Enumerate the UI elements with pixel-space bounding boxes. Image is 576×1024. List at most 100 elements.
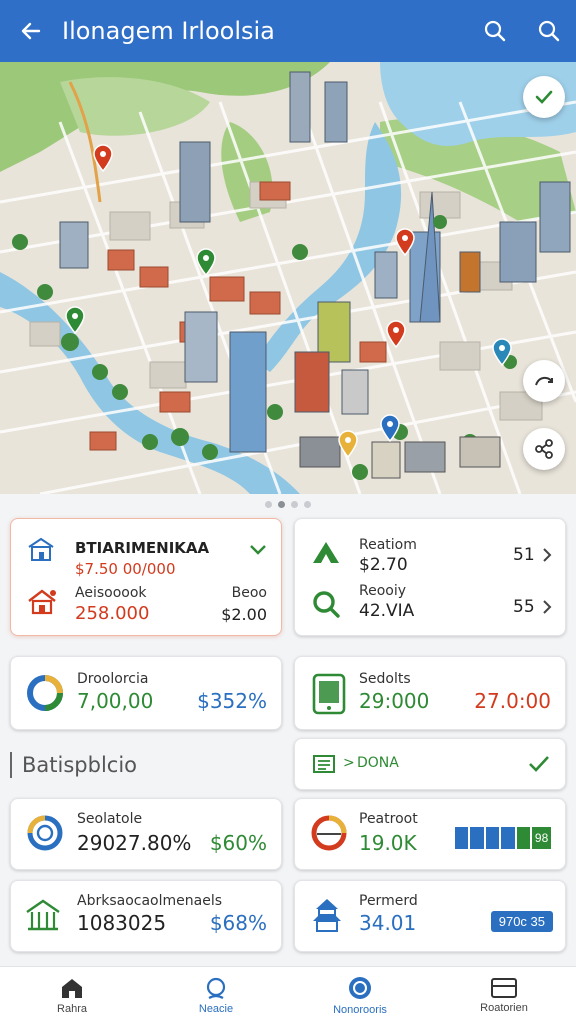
back-button[interactable]	[0, 0, 62, 62]
app-root: Ilonagem Irloolsia BTIARIMENIKAA $7.50 0…	[0, 0, 576, 1024]
stat-value-2: 42.VIA	[359, 601, 415, 621]
search-icon	[538, 20, 560, 42]
pager-dot-active[interactable]	[278, 500, 285, 508]
summary-card-main[interactable]: BTIARIMENIKAA $7.50 00/000 Aeisooook 258…	[10, 518, 282, 636]
pager-dot[interactable]	[291, 500, 298, 508]
map-pin-blue[interactable]	[379, 414, 401, 442]
magnifier-icon	[309, 589, 343, 619]
stat-label-2: Reooiy	[359, 583, 407, 599]
share-icon	[535, 439, 553, 459]
compass-icon	[349, 977, 371, 999]
metric-card-device[interactable]: Sedolts 29:000 27.0:00	[294, 656, 566, 730]
chevron-right-icon[interactable]	[539, 597, 555, 617]
map-pin-blue[interactable]	[491, 338, 513, 366]
metric-value: 7,00,00	[77, 689, 154, 713]
nav-item-explore[interactable]: Nonorooris	[288, 967, 432, 1024]
building-icon	[25, 535, 57, 563]
map-share-button[interactable]	[523, 428, 565, 470]
route-icon	[535, 376, 553, 386]
search-button[interactable]	[468, 0, 522, 62]
row-value: 258.000	[75, 603, 150, 624]
check-icon	[535, 90, 553, 104]
metric-card-pagoda[interactable]: Permerd 34.01 970c 35	[294, 880, 566, 952]
arrow-left-icon	[21, 22, 41, 40]
mountain-icon	[309, 537, 343, 567]
bar-meter-badge: 98	[532, 827, 551, 849]
nav-item-home[interactable]: Rahra	[0, 967, 144, 1024]
search-icon	[484, 20, 506, 42]
stat-label-1: Reatiom	[359, 537, 417, 553]
device-icon	[309, 671, 349, 717]
chevron-down-icon[interactable]	[247, 541, 269, 559]
search-button-2[interactable]	[522, 0, 576, 62]
page-title: Ilonagem Irloolsia	[62, 17, 275, 45]
home-icon	[62, 979, 82, 998]
map-pin-red[interactable]	[394, 228, 416, 256]
status-arrow: >	[343, 755, 355, 771]
stat-num-2: 55	[513, 597, 535, 617]
metric-label: Permerd	[359, 893, 418, 909]
map-check-button[interactable]	[523, 76, 565, 118]
stat-num-1: 51	[513, 545, 535, 565]
row-label: Aeisooook	[75, 585, 147, 601]
metric-card-gauge[interactable]: Peatroot 19.0K 98	[294, 798, 566, 870]
bar-meter: 98	[455, 827, 551, 849]
location-icon	[206, 977, 226, 999]
metric-value: 29:000	[359, 689, 430, 713]
value-badge: 970c 35	[490, 911, 553, 932]
nav-label: Nonorooris	[333, 1004, 387, 1016]
map-pin-green[interactable]	[195, 248, 217, 276]
stats-card-top-right[interactable]: Reatiom $2.70 51 Reooiy 42.VIA 55	[294, 518, 566, 636]
map-pin-red[interactable]	[385, 320, 407, 348]
section-title: Batispblcio	[10, 752, 137, 778]
pager-dot[interactable]	[265, 500, 272, 508]
metric-value: 1083025	[77, 911, 167, 935]
metric-card-temple[interactable]: Abrksaocaolmenaels 1083025 $68%	[10, 880, 282, 952]
temple-icon	[23, 895, 63, 935]
metric-value: 34.01	[359, 911, 417, 935]
pagoda-icon	[307, 895, 347, 935]
card-icon	[491, 978, 517, 998]
map-pin-yellow[interactable]	[337, 430, 359, 458]
top-app-bar: Ilonagem Irloolsia	[0, 0, 576, 62]
bottom-navigation: Rahra Neacie Nonorooris Roatorien	[0, 966, 576, 1024]
metric-label: Seolatole	[77, 811, 143, 827]
gauge-icon	[307, 811, 351, 855]
status-label: DONA	[357, 755, 399, 771]
ring-chart-icon	[23, 811, 67, 855]
card-subtitle: $7.50 00/000	[75, 560, 176, 578]
metric-label: Peatroot	[359, 811, 418, 827]
map-pin-green[interactable]	[64, 306, 86, 334]
right-label: Beoo	[231, 585, 267, 601]
metric-card-ring[interactable]: Seolatole 29027.80% $60%	[10, 798, 282, 870]
map-illustration	[0, 62, 576, 494]
metric-value: 29027.80%	[77, 831, 192, 855]
metric-label: Abrksaocaolmenaels	[77, 893, 222, 909]
donut-chart-icon	[23, 671, 67, 715]
stat-value-1: $2.70	[359, 555, 408, 575]
nav-label: Rahra	[57, 1003, 87, 1015]
map-route-button[interactable]	[523, 360, 565, 402]
status-row-card[interactable]: > DONA	[294, 738, 566, 790]
nav-item-account[interactable]: Roatorien	[432, 967, 576, 1024]
metric-card-donut[interactable]: Droolorcia 7,00,00 $352%	[10, 656, 282, 730]
card-title: BTIARIMENIKAA	[75, 539, 210, 557]
right-value: $2.00	[221, 605, 267, 624]
map-pager[interactable]	[0, 496, 576, 512]
metric-value: 19.0K	[359, 831, 417, 855]
map-pin-red[interactable]	[92, 144, 114, 172]
metric-right-value: $68%	[209, 911, 267, 935]
metric-percent: $352%	[197, 689, 267, 713]
list-icon	[311, 753, 337, 775]
metric-label: Droolorcia	[77, 671, 149, 687]
pager-dot[interactable]	[304, 500, 311, 508]
nav-item-location[interactable]: Neacie	[144, 967, 288, 1024]
chevron-right-icon[interactable]	[539, 545, 555, 565]
nav-label: Roatorien	[480, 1002, 528, 1014]
metric-label: Sedolts	[359, 671, 411, 687]
city-map[interactable]	[0, 62, 576, 494]
metric-right-value: 27.0:00	[474, 689, 551, 713]
nav-label: Neacie	[198, 1003, 234, 1015]
metric-right-value: $60%	[209, 831, 267, 855]
check-icon[interactable]	[527, 753, 551, 775]
